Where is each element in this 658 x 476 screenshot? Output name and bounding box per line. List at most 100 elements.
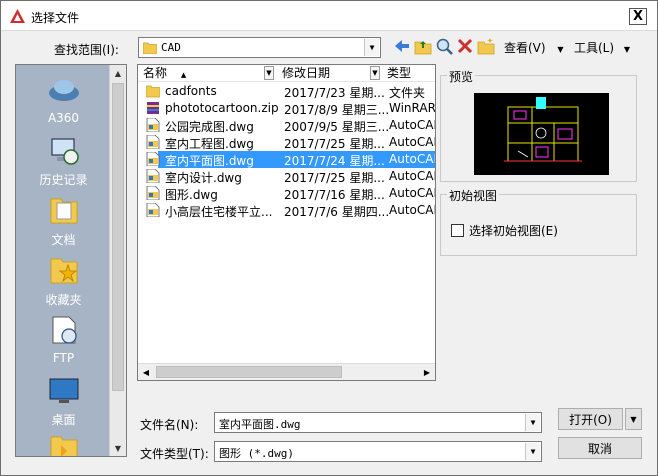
file-date: 2017/8/9 星期三... <box>284 103 390 117</box>
place-label: 文档 <box>51 233 76 247</box>
history-icon <box>50 138 79 165</box>
place-label: 桌面 <box>51 413 76 427</box>
file-name: 图形.dwg <box>165 188 218 202</box>
lookin-value: CAD <box>161 41 181 54</box>
initial-view-checkbox-label: 选择初始视图(E) <box>469 224 558 238</box>
cancel-button[interactable]: 取消 <box>558 437 642 459</box>
tools-menu[interactable]: 工具(L) ▼ <box>574 39 630 56</box>
file-row[interactable]: 室内设计.dwg 2017/7/25 星期... AutoCAD <box>138 168 435 185</box>
open-button[interactable]: 打开(O) <box>558 408 623 430</box>
scroll-up-icon[interactable]: ▲ <box>110 65 126 81</box>
file-date: 2017/7/25 星期... <box>284 171 385 185</box>
sort-up-icon: ▲ <box>180 71 187 79</box>
chevron-down-icon[interactable]: ▼ <box>364 39 379 56</box>
file-name: 公园完成图.dwg <box>165 120 254 134</box>
list-header: 名称 ▲ ▼ 修改日期 ▼ 类型 <box>138 65 435 82</box>
place-label: A360 <box>47 111 80 125</box>
file-type: AutoCAD <box>389 135 435 149</box>
file-row[interactable]: cadfonts 2017/7/23 星期... 文件夹 <box>138 83 435 100</box>
places-scrollbar[interactable]: ▲ ▼ <box>109 65 126 456</box>
file-row[interactable]: 图形.dwg 2017/7/16 星期... AutoCAD <box>138 185 435 202</box>
desktop-icon <box>49 378 78 403</box>
filename-input[interactable]: 室内平面图.dwg ▼ <box>214 412 542 433</box>
place-documents[interactable]: 文档 <box>16 193 111 248</box>
favorites-icon <box>50 258 77 284</box>
column-header-type[interactable]: 类型 <box>382 65 435 82</box>
file-date: 2007/9/5 星期三... <box>284 120 390 134</box>
scroll-left-icon[interactable]: ◀ <box>138 364 154 380</box>
place-a360[interactable]: A360 <box>16 73 111 125</box>
folder-icon <box>146 85 160 98</box>
scroll-thumb[interactable] <box>156 366 342 378</box>
file-date: 2017/7/6 星期四... <box>284 205 390 219</box>
file-row[interactable]: 室内工程图.dwg 2017/7/25 星期... AutoCAD <box>138 134 435 151</box>
places-bar: A360 历史记录 文档 收藏夹 FTP 桌面 ▲ ▼ <box>15 64 127 457</box>
a360-icon <box>48 80 79 101</box>
file-name: 小高层住宅楼平立... <box>165 205 273 219</box>
place-ftp[interactable]: FTP <box>16 313 111 365</box>
place-label: 历史记录 <box>39 173 88 187</box>
dwg-icon <box>146 135 160 149</box>
filetype-value: 图形 (*.dwg) <box>219 447 294 460</box>
list-horizontal-scrollbar[interactable]: ◀ ▶ <box>138 363 435 380</box>
chevron-down-icon: ▼ <box>557 45 564 54</box>
view-menu[interactable]: 查看(V) ▼ <box>504 39 564 56</box>
file-name: 室内工程图.dwg <box>165 137 254 151</box>
initial-view-checkbox[interactable] <box>451 224 464 237</box>
close-icon: X <box>632 9 644 24</box>
chevron-down-icon[interactable]: ▼ <box>525 443 540 460</box>
back-arrow-icon[interactable] <box>393 37 411 55</box>
file-type: AutoCAD <box>389 186 435 200</box>
scroll-down-icon[interactable]: ▼ <box>110 440 126 456</box>
column-header-date[interactable]: 修改日期 <box>277 65 381 82</box>
documents-icon <box>50 198 77 224</box>
file-row[interactable]: 公园完成图.dwg 2007/9/5 星期三...AutoCAD <box>138 117 435 134</box>
place-folder[interactable] <box>16 431 111 456</box>
file-name: 室内平面图.dwg <box>165 154 254 168</box>
file-date: 2017/7/23 星期... <box>284 86 385 100</box>
file-type: WinRAR Z <box>389 101 436 115</box>
file-row[interactable]: 小高层住宅楼平立... 2017/7/6 星期四...AutoCAD <box>138 202 435 219</box>
dwg-icon <box>146 186 160 200</box>
file-date: 2017/7/25 星期... <box>284 137 385 151</box>
tools-menu-label: 工具(L) <box>574 41 615 55</box>
initial-view-group: 初始视图 选择初始视图(E) <box>440 187 637 256</box>
scroll-thumb[interactable] <box>112 83 124 391</box>
open-options-button[interactable]: ▼ <box>625 408 642 430</box>
chevron-down-icon: ▼ <box>623 45 631 54</box>
chevron-down-icon[interactable]: ▼ <box>525 414 540 431</box>
new-folder-icon[interactable] <box>477 37 495 55</box>
file-name: phototocartoon.zip <box>165 101 279 115</box>
filetype-label: 文件类型(T): <box>140 447 209 461</box>
place-label: 收藏夹 <box>45 293 82 307</box>
file-row[interactable]: 室内平面图.dwg 2017/7/24 星期... AutoCAD <box>138 151 435 168</box>
select-file-dialog: 选择文件 X 查找范围(I): CAD ▼ 查看(V) ▼ 工具(L) ▼ A3… <box>0 0 658 476</box>
autocad-logo-icon <box>10 9 25 23</box>
chevron-down-icon[interactable]: ▼ <box>264 66 274 80</box>
delete-icon[interactable] <box>456 37 474 55</box>
chevron-down-icon[interactable]: ▼ <box>370 66 380 80</box>
zip-icon <box>147 102 159 114</box>
place-favorites[interactable]: 收藏夹 <box>16 253 111 308</box>
search-web-icon[interactable] <box>435 37 453 55</box>
file-type: AutoCAD <box>389 203 435 217</box>
place-history[interactable]: 历史记录 <box>16 133 111 188</box>
lookin-dropdown[interactable]: CAD ▼ <box>138 37 381 58</box>
filetype-dropdown[interactable]: 图形 (*.dwg) ▼ <box>214 441 542 462</box>
ftp-icon <box>52 316 77 344</box>
up-folder-icon[interactable] <box>414 37 432 55</box>
window-title: 选择文件 <box>31 11 80 25</box>
file-type: AutoCAD <box>389 169 435 183</box>
file-type: AutoCAD <box>389 118 435 132</box>
filename-value: 室内平面图.dwg <box>219 418 301 431</box>
scroll-right-icon[interactable]: ▶ <box>419 364 435 380</box>
place-desktop[interactable]: 桌面 <box>16 373 111 428</box>
column-header-name[interactable]: 名称 ▲ <box>138 65 276 82</box>
file-row[interactable]: phototocartoon.zip 2017/8/9 星期三... WinRAR … <box>138 100 436 117</box>
view-menu-label: 查看(V) <box>504 41 546 55</box>
folder-icon <box>50 436 77 456</box>
drawing-preview-image <box>474 93 609 175</box>
preview-group: 预览 <box>440 68 637 182</box>
close-button[interactable]: X <box>629 8 647 25</box>
file-list: 名称 ▲ ▼ 修改日期 ▼ 类型 cadfonts 2017/7/23 星期...… <box>137 64 436 381</box>
